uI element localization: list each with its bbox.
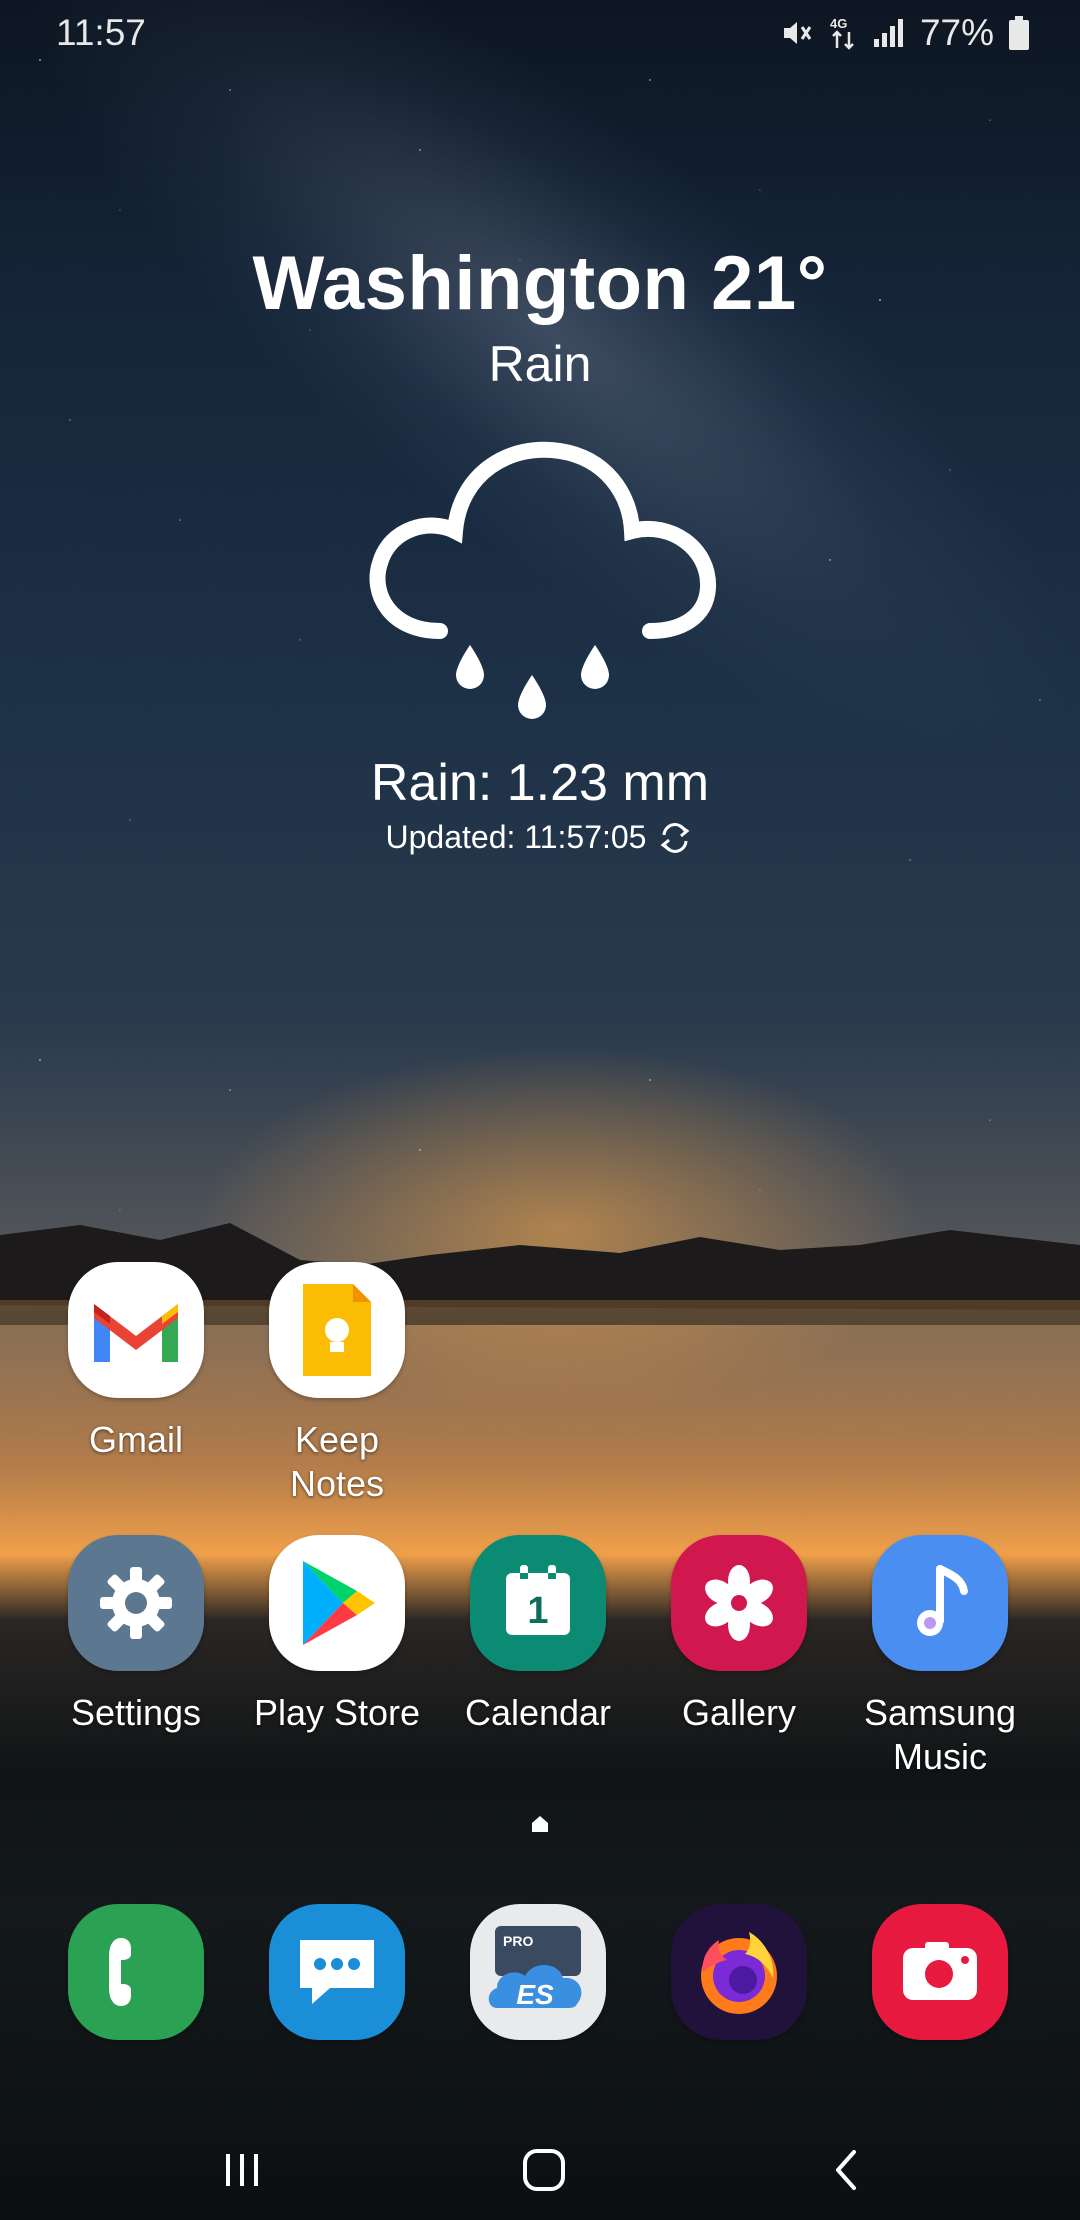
app-keep-notes[interactable]: Keep Notes [237, 1262, 437, 1506]
play-store-icon [269, 1535, 405, 1671]
app-label: Samsung Music [863, 1692, 1017, 1777]
home-button[interactable] [504, 2140, 584, 2200]
es-file-explorer-pro-icon: PRO ES [470, 1904, 606, 2040]
home-icon [523, 2149, 565, 2191]
messages-icon [269, 1904, 405, 2040]
recents-button[interactable] [202, 2140, 282, 2200]
app-label: Play Store [253, 1692, 421, 1733]
samsung-music-icon [872, 1535, 1008, 1671]
app-label: Keep Notes [289, 1419, 385, 1504]
app-label: Gmail [88, 1419, 183, 1460]
gallery-icon [671, 1535, 807, 1671]
network-4g-icon: 4G [830, 16, 854, 50]
dock-es-file-explorer[interactable]: PRO ES [438, 1904, 638, 2040]
weather-condition: Rain [488, 336, 592, 392]
refresh-icon[interactable] [656, 821, 694, 855]
home-page-indicator[interactable] [530, 1814, 550, 1834]
dock-firefox[interactable] [639, 1904, 839, 2040]
mute-vibrate-icon [783, 22, 812, 44]
app-gmail[interactable]: Gmail [36, 1262, 236, 1462]
back-button[interactable] [806, 2140, 886, 2200]
battery-percent: 77% [919, 12, 994, 53]
svg-text:ES: ES [516, 1979, 554, 2010]
app-settings[interactable]: Settings [36, 1535, 236, 1735]
network-label: 4G [830, 16, 847, 31]
firefox-icon [671, 1904, 807, 2040]
weather-updated-time: Updated: 11:57:05 [385, 819, 647, 855]
app-play-store[interactable]: Play Store [237, 1535, 437, 1735]
calendar-icon: 1 [470, 1535, 606, 1671]
app-label: Gallery [681, 1692, 797, 1733]
weather-widget[interactable]: Washington 21° Rain Rain: 1.23 mm Update… [0, 240, 1080, 856]
status-icons: 4G 77% [778, 12, 1030, 54]
gmail-icon [68, 1262, 204, 1398]
status-bar: 11:57 4G 77% [0, 0, 1080, 64]
rain-cloud-icon [369, 441, 717, 719]
signal-icon [873, 19, 903, 47]
app-calendar[interactable]: 1 Calendar [438, 1535, 638, 1735]
screen-recorder-icon [872, 1904, 1008, 2040]
keep-notes-icon [269, 1262, 405, 1398]
app-label: Settings [70, 1692, 202, 1733]
dock-phone[interactable] [36, 1904, 236, 2040]
weather-location-temp: Washington 21° [252, 241, 828, 326]
navigation-bar [0, 2120, 1080, 2220]
battery-icon [1009, 16, 1029, 50]
calendar-day: 1 [527, 1590, 548, 1632]
weather-precip: Rain: 1.23 mm [370, 754, 710, 812]
recents-icon [226, 2154, 258, 2186]
weather-updated-row: Updated: 11:57:05 [0, 819, 1080, 856]
app-gallery[interactable]: Gallery [639, 1535, 839, 1735]
app-label: Calendar [464, 1692, 612, 1733]
settings-icon [68, 1535, 204, 1671]
back-icon [836, 2150, 856, 2190]
app-samsung-music[interactable]: Samsung Music [840, 1535, 1040, 1779]
phone-icon [68, 1904, 204, 2040]
es-pro-badge: PRO [503, 1933, 533, 1949]
dock-screen-recorder[interactable] [840, 1904, 1040, 2040]
status-time: 11:57 [56, 12, 146, 53]
dock-messages[interactable] [237, 1904, 437, 2040]
